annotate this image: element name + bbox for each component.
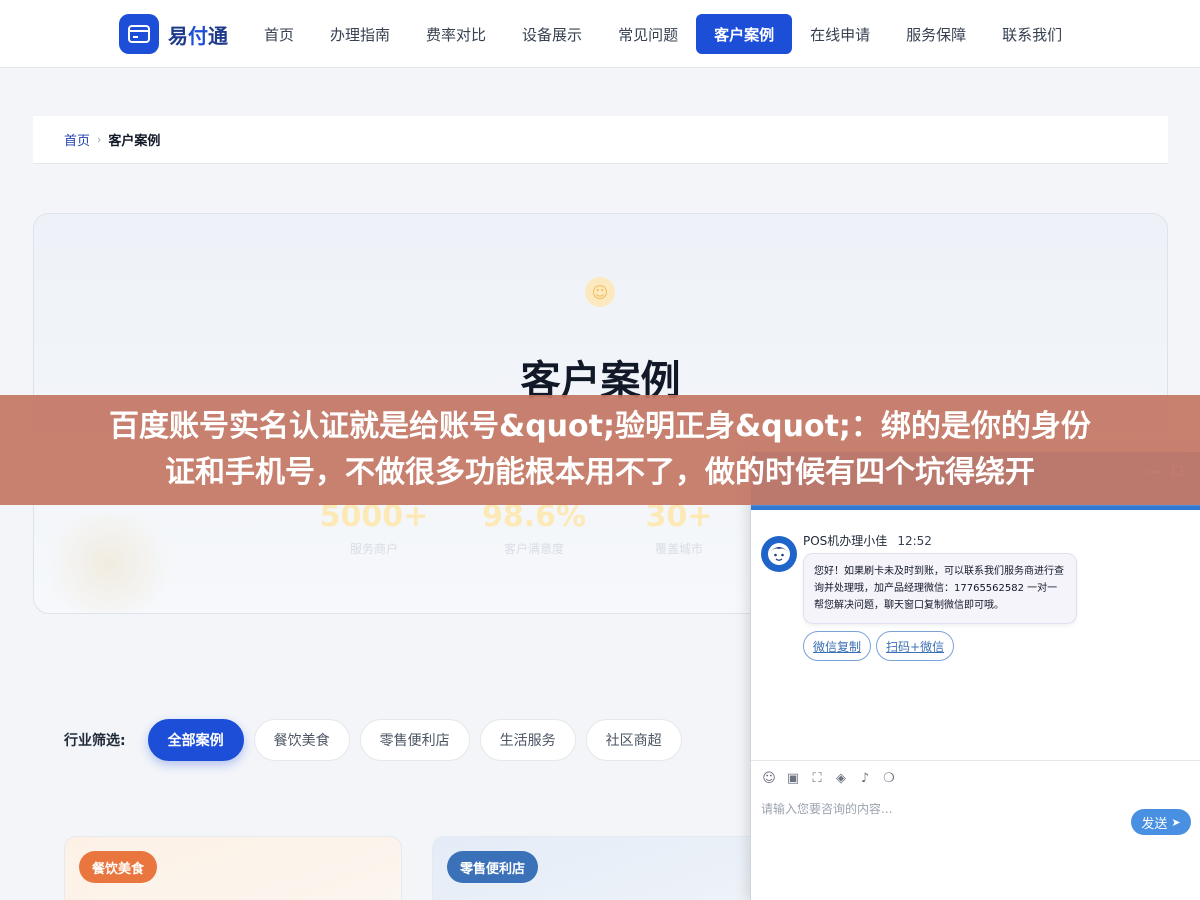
nav-item-devices[interactable]: 设备展示 bbox=[504, 14, 600, 54]
nav-item-contact[interactable]: 联系我们 bbox=[984, 14, 1080, 54]
nav-item-rates[interactable]: 费率对比 bbox=[408, 14, 504, 54]
overlay-headline-banner: 百度账号实名认证就是给账号&quot;验明正身&quot;：绑的是你的身份 证和… bbox=[0, 395, 1200, 505]
nav-item-guide[interactable]: 办理指南 bbox=[312, 14, 408, 54]
filter-chip-retail[interactable]: 零售便利店 bbox=[359, 719, 470, 761]
filter-chip-life-services[interactable]: 生活服务 bbox=[479, 719, 576, 761]
smile-icon: ☺ bbox=[585, 277, 615, 307]
chat-input[interactable]: 请输入您要咨询的内容... bbox=[761, 800, 892, 817]
send-label: 发送 bbox=[1141, 816, 1168, 832]
chat-toolbar: ☺ ▣ ⛶ ◈ ♪ ❍ bbox=[761, 771, 905, 787]
chat-message-bubble: 您好！如果刷卡未及时到账，可以联系我们服务商进行查询并处理哦，加产品经理微信：1… bbox=[803, 553, 1077, 624]
send-arrow-icon: ➤ bbox=[1171, 815, 1181, 829]
message-time: 12:52 bbox=[897, 534, 932, 548]
nav-menu: 首页 办理指南 费率对比 设备展示 常见问题 客户案例 在线申请 服务保障 联系… bbox=[246, 14, 1080, 54]
agent-avatar bbox=[761, 536, 797, 572]
banner-line-2: 证和手机号，不做很多功能根本用不了，做的时候有四个坑得绕开 bbox=[165, 455, 1035, 490]
shield-icon[interactable]: ◈ bbox=[833, 771, 849, 787]
chat-widget: — ☐ POS机办理小佳12:52 您好！如果刷卡未及时到账，可以联系我们服务商… bbox=[750, 452, 1200, 900]
stat-label-cities: 覆盖城市 bbox=[654, 542, 703, 556]
nav-item-home[interactable]: 首页 bbox=[246, 14, 312, 54]
banner-line-1: 百度账号实名认证就是给账号&quot;验明正身&quot;：绑的是你的身份 bbox=[109, 409, 1091, 444]
filter-chip-supermarket[interactable]: 社区商超 bbox=[585, 719, 682, 761]
case-card[interactable]: 餐饮美食 bbox=[64, 836, 402, 900]
wechat-icon[interactable]: ❍ bbox=[881, 771, 897, 787]
breadcrumb: 首页 › 客户案例 bbox=[33, 116, 1168, 164]
send-button[interactable]: 发送 ➤ bbox=[1131, 809, 1191, 835]
case-card[interactable]: 零售便利店 bbox=[432, 836, 772, 900]
breadcrumb-current: 客户案例 bbox=[108, 134, 161, 149]
breadcrumb-separator: › bbox=[97, 133, 102, 146]
filter-label: 行业筛选: bbox=[64, 733, 126, 749]
site-logo[interactable]: 易付通 bbox=[119, 14, 228, 54]
card-icon bbox=[119, 14, 159, 54]
nav-item-apply[interactable]: 在线申请 bbox=[792, 14, 888, 54]
screenshot-icon[interactable]: ⛶ bbox=[809, 771, 825, 787]
stat-label-merchants: 服务商户 bbox=[349, 542, 398, 556]
emoji-icon[interactable]: ☺ bbox=[761, 771, 777, 787]
copy-wechat-button[interactable]: 微信复制 bbox=[803, 631, 872, 661]
nav-item-service[interactable]: 服务保障 bbox=[888, 14, 984, 54]
case-category-badge: 零售便利店 bbox=[447, 851, 539, 883]
breadcrumb-home-link[interactable]: 首页 bbox=[64, 130, 90, 149]
agent-name: POS机办理小佳 bbox=[803, 534, 888, 548]
nav-item-cases[interactable]: 客户案例 bbox=[696, 14, 793, 54]
hero-decoration bbox=[34, 514, 184, 613]
filter-chip-food[interactable]: 餐饮美食 bbox=[253, 719, 350, 761]
logo-text: 易付通 bbox=[168, 23, 228, 48]
sound-icon[interactable]: ♪ bbox=[857, 771, 873, 787]
top-navbar: 易付通 首页 办理指南 费率对比 设备展示 常见问题 客户案例 在线申请 服务保… bbox=[0, 0, 1200, 68]
agent-name-line: POS机办理小佳 12:52 bbox=[803, 532, 932, 549]
filter-chip-all[interactable]: 全部案例 bbox=[147, 719, 244, 761]
scan-wechat-button[interactable]: 扫码+微信 bbox=[876, 631, 955, 661]
nav-item-faq[interactable]: 常见问题 bbox=[600, 14, 696, 54]
industry-filter: 行业筛选: 全部案例 餐饮美食 零售便利店 生活服务 社区商超 bbox=[64, 719, 692, 761]
case-category-badge: 餐饮美食 bbox=[79, 851, 158, 883]
image-icon[interactable]: ▣ bbox=[785, 771, 801, 787]
stat-label-satisfaction: 客户满意度 bbox=[503, 542, 564, 556]
chat-divider bbox=[751, 760, 1200, 761]
quick-reply-buttons: 微信复制 扫码+微信 bbox=[803, 631, 959, 661]
